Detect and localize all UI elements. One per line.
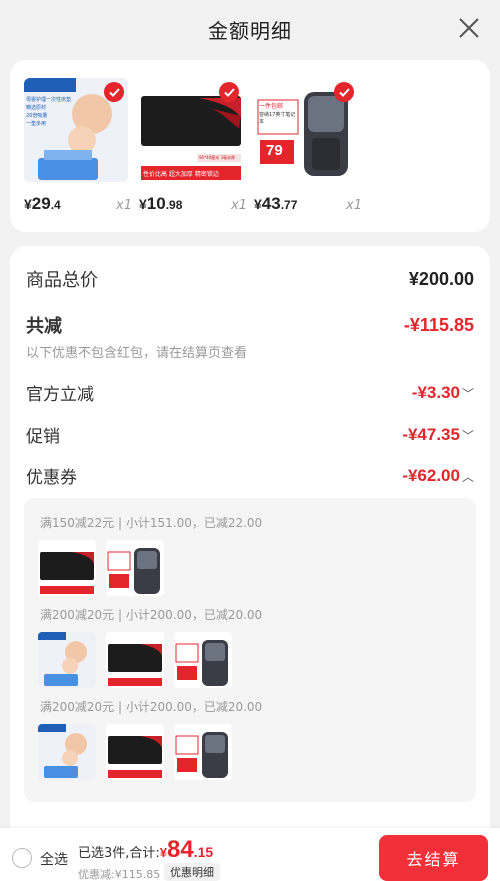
header: 金额明细 [0, 0, 500, 58]
checkout-button[interactable]: 去结算 [379, 835, 488, 881]
mini-backpack-image [174, 632, 232, 688]
official-value: -¥3.30 [411, 382, 460, 402]
reduce-row: 共减 -¥115.85 [26, 312, 474, 338]
currency-symbol: ¥ [139, 196, 147, 212]
reduce-label: 共减 [26, 316, 62, 337]
coupon-detail-box: 满150减22元 | 小计151.00，已减22.00 满200减20元 | 小… [24, 498, 476, 802]
total-value: ¥200.00 [408, 268, 474, 289]
mini-mattress-pad-image [38, 632, 96, 688]
promotion-label: 促销 [26, 427, 60, 447]
image-text: 一件包邮 [259, 103, 284, 110]
image-text: 90*40厘米 3毫米厚 [199, 155, 235, 160]
coupon-products [38, 724, 232, 780]
product-quantity: x1 [346, 198, 362, 213]
price-integer: 43 [261, 194, 281, 213]
product-price: ¥43.77 [254, 194, 297, 214]
currency-symbol: ¥ [159, 845, 168, 860]
checkout-bar: 全选 已选3件,合计: ¥84.15 优惠减:¥115.85 优惠明细 去结算 [0, 828, 500, 881]
page-title: 金额明细 [208, 18, 292, 43]
product-price: ¥29.4 [24, 194, 61, 214]
chevron-down-icon[interactable]: ﹀ [462, 429, 474, 443]
official-discount-row[interactable]: 官方立减 -¥3.30 ﹀ [26, 380, 474, 406]
mini-backpack-image [106, 540, 164, 596]
mini-mousepad-image [106, 724, 164, 780]
selected-check-icon[interactable] [334, 82, 354, 102]
coupon-value-group: -¥62.00 ︿ [402, 466, 474, 486]
total-label: 商品总价 [26, 270, 98, 291]
mini-mattress-pad-image [38, 724, 96, 780]
coupon-title: 满200减20元 | 小计200.00，已减20.00 [40, 700, 263, 714]
discount-summary: 优惠减:¥115.85 [78, 868, 161, 881]
select-all-radio[interactable] [12, 848, 32, 868]
image-text: 母婴护理一次性床垫 [26, 97, 72, 103]
product-item[interactable]: 母婴护理一次性床垫 精选原材 20倍吸量 一垫多用 ¥29.4 x1 [24, 78, 132, 213]
coupon-label: 优惠券 [26, 468, 77, 488]
image-text: 性价比高 超大加厚 精密锁边 [143, 171, 219, 178]
selected-summary: 已选3件,合计: ¥84.15 [78, 836, 213, 864]
coupon-products [38, 632, 232, 688]
image-text: 精选原材 [26, 105, 47, 111]
discount-detail-button[interactable]: 优惠明细 [164, 863, 220, 881]
chevron-up-icon[interactable]: ︿ [462, 470, 474, 484]
discount-note: 以下优惠不包含红包，请在结算页查看 [26, 346, 248, 361]
selected-check-icon[interactable] [219, 82, 239, 102]
image-text: 79 [266, 142, 283, 159]
promotion-value-group: -¥47.35 ﹀ [402, 425, 474, 445]
product-image-mattress-pad: 母婴护理一次性床垫 精选原材 20倍吸量 一垫多用 [24, 78, 128, 182]
product-item[interactable]: 90*40厘米 3毫米厚 性价比高 超大加厚 精密锁边 ¥10.98 x1 [139, 78, 247, 213]
reduce-value: -¥115.85 [403, 314, 474, 335]
coupon-title: 满150减22元 | 小计151.00，已减22.00 [40, 516, 263, 530]
price-integer: 29 [31, 194, 51, 213]
product-item[interactable]: 一件包邮 容纳17英寸笔记本 79 ¥43.77 x1 [254, 78, 362, 213]
coupon-products [38, 540, 164, 596]
price-decimal: .98 [165, 198, 183, 212]
price-detail-card: 商品总价 ¥200.00 共减 -¥115.85 以下优惠不包含红包，请在结算页… [10, 246, 490, 846]
image-text: 20倍吸量 [26, 113, 48, 119]
coupon-title: 满200减20元 | 小计200.00，已减20.00 [40, 608, 263, 622]
total-decimal: .15 [193, 844, 214, 860]
price-decimal: .77 [280, 198, 298, 212]
price-integer: 10 [146, 194, 166, 213]
selected-check-icon[interactable] [104, 82, 124, 102]
product-quantity: x1 [231, 198, 247, 213]
currency-symbol: ¥ [254, 196, 262, 212]
product-price: ¥10.98 [139, 194, 182, 214]
product-image-mousepad: 90*40厘米 3毫米厚 性价比高 超大加厚 精密锁边 [139, 78, 243, 182]
coupon-row[interactable]: 优惠券 -¥62.00 ︿ [26, 463, 474, 489]
image-text: 一垫多用 [26, 121, 47, 127]
close-icon[interactable] [458, 17, 480, 39]
official-value-group: -¥3.30 ﹀ [412, 383, 474, 403]
total-row: 商品总价 ¥200.00 [26, 266, 474, 292]
product-image-backpack: 一件包邮 容纳17英寸笔记本 79 [254, 78, 358, 182]
selected-count-text: 已选3件,合计: [78, 846, 160, 861]
promotion-value: -¥47.35 [402, 424, 460, 444]
mini-backpack-image [174, 724, 232, 780]
price-decimal: .4 [50, 198, 61, 212]
currency-symbol: ¥ [24, 196, 32, 212]
select-all-label[interactable]: 全选 [40, 849, 68, 869]
image-text: 容纳17英寸笔记本 [259, 112, 296, 125]
mini-mousepad-image [38, 540, 96, 596]
coupon-value: -¥62.00 [402, 465, 460, 485]
total-integer: 84 [167, 836, 194, 863]
official-label: 官方立减 [26, 385, 94, 405]
promotion-row[interactable]: 促销 -¥47.35 ﹀ [26, 422, 474, 448]
mini-mousepad-image [106, 632, 164, 688]
total-amount: ¥84.15 [160, 836, 213, 864]
product-list-card: 母婴护理一次性床垫 精选原材 20倍吸量 一垫多用 ¥29.4 x1 90*40… [10, 60, 490, 232]
product-quantity: x1 [116, 198, 132, 213]
chevron-down-icon[interactable]: ﹀ [462, 387, 474, 401]
